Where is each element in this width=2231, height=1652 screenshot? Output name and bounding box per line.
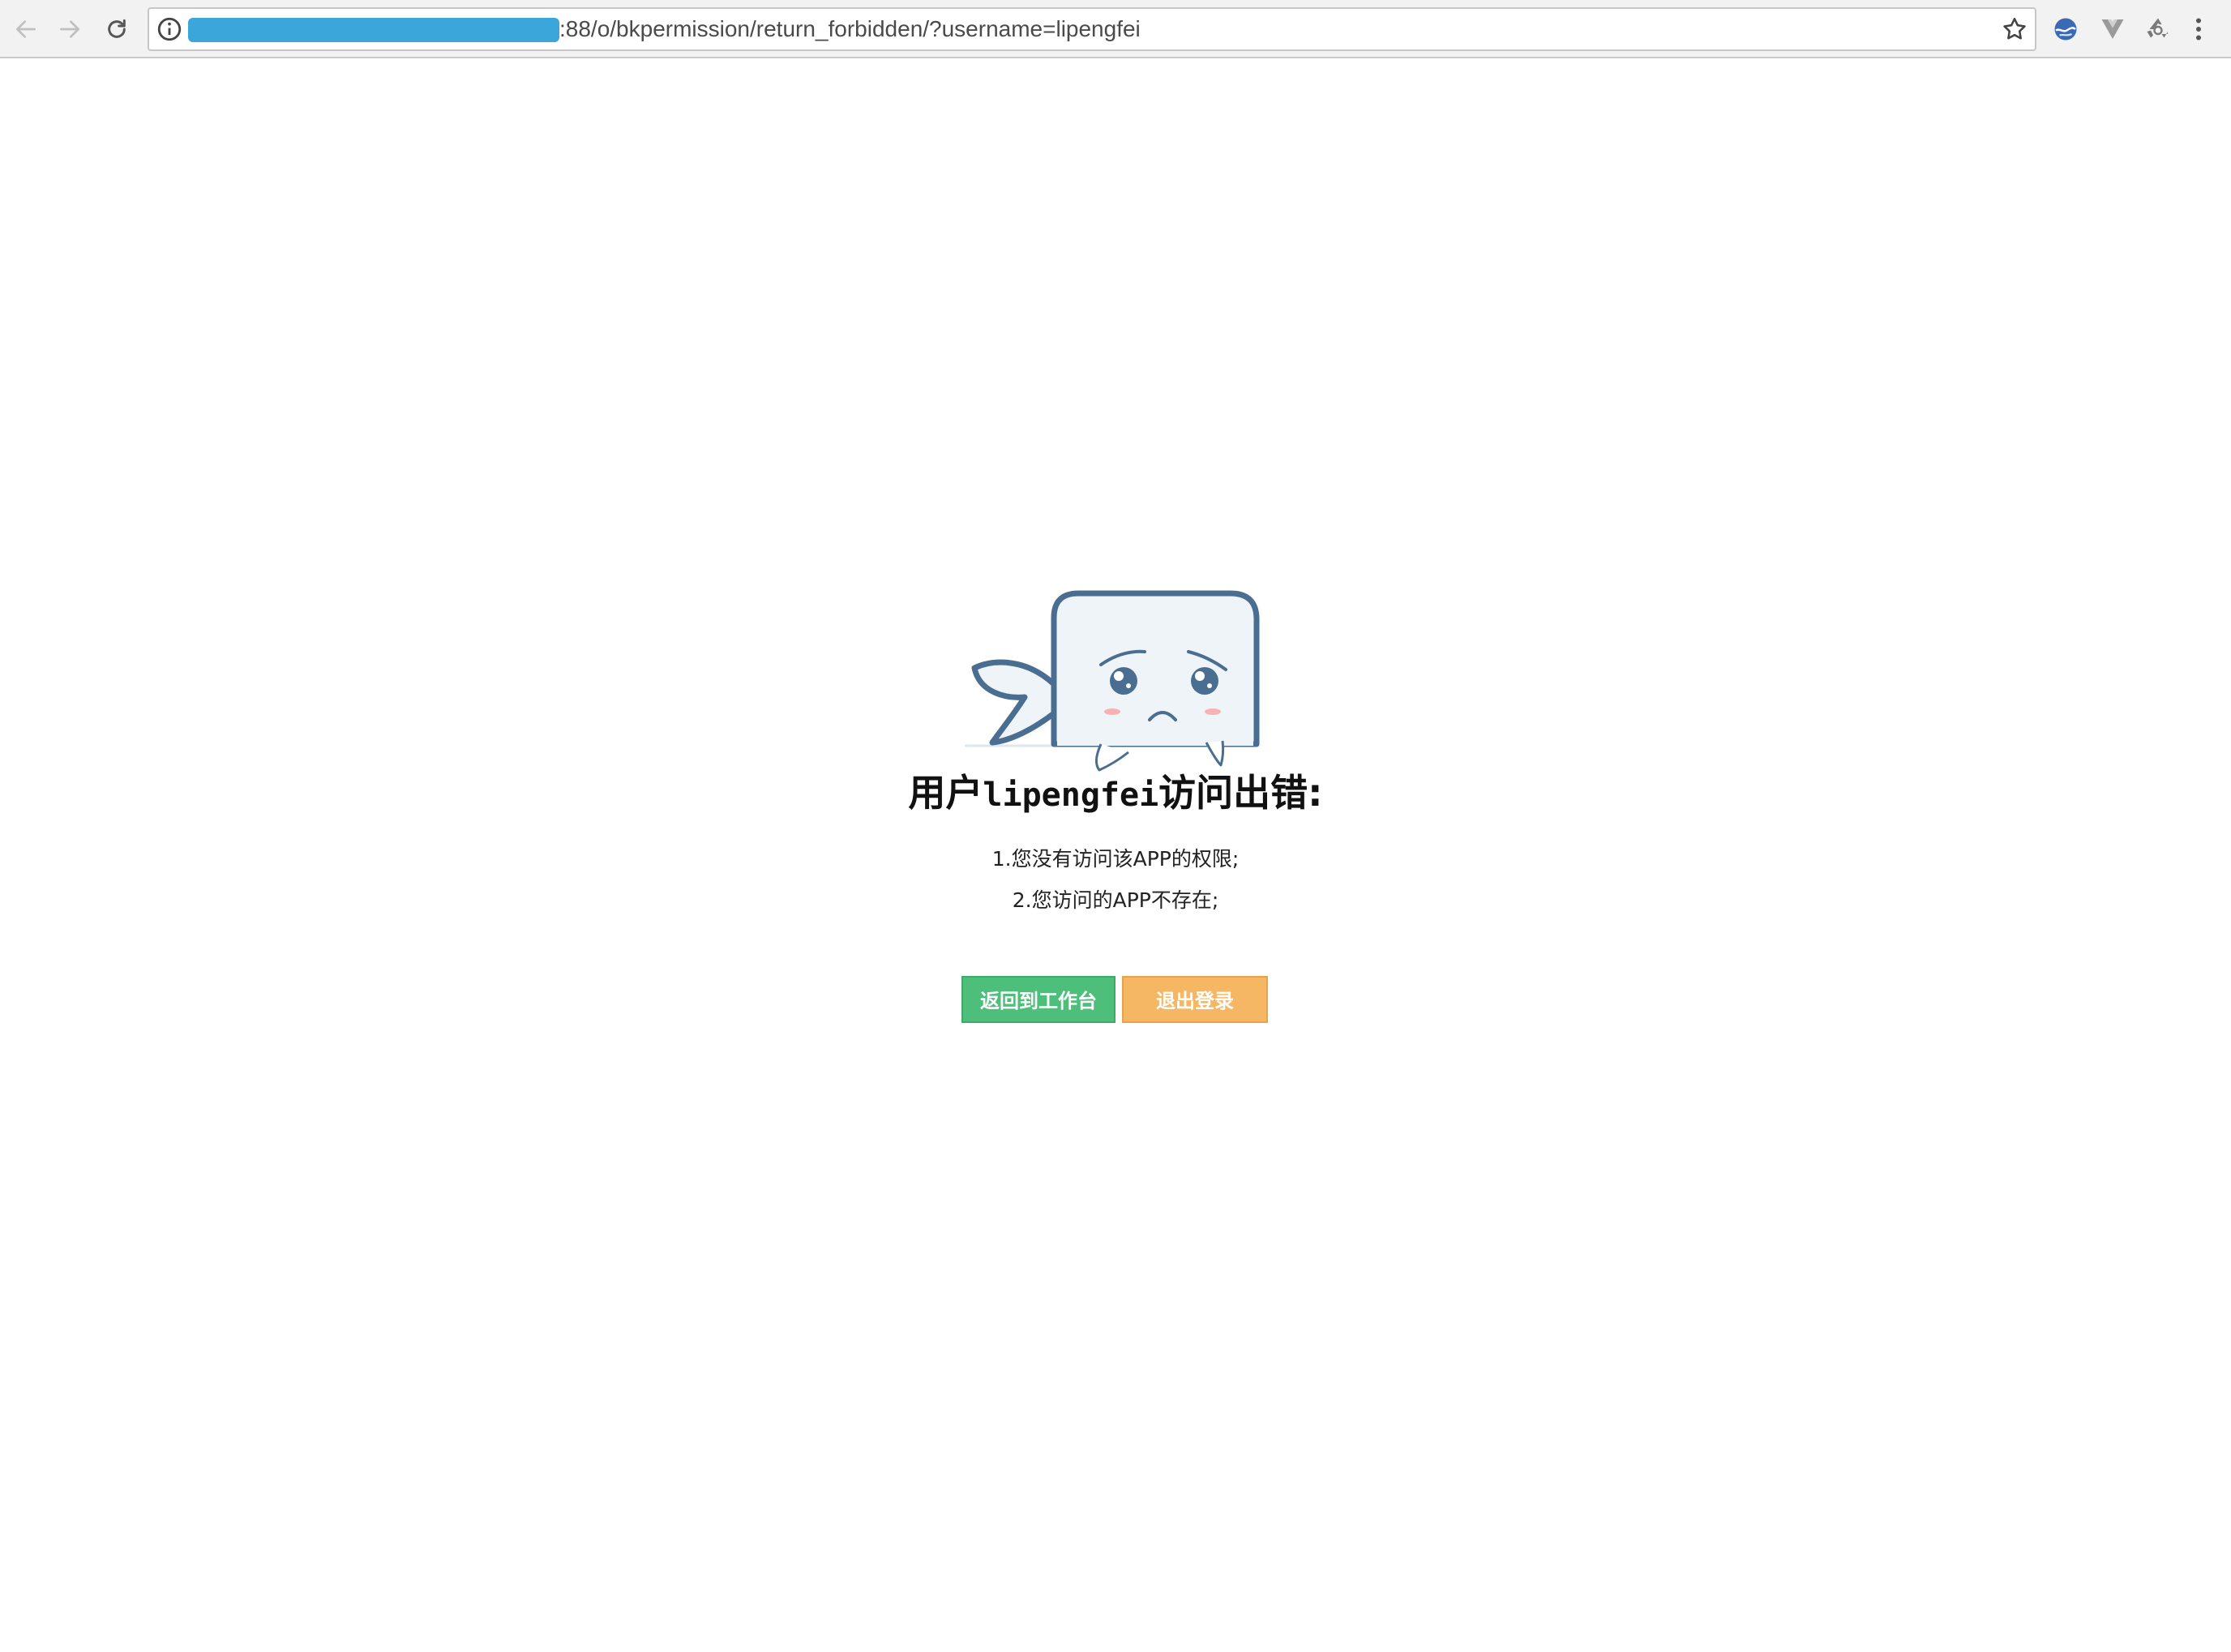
back-button[interactable] bbox=[10, 13, 42, 45]
sad-whale-illustration bbox=[965, 590, 1260, 772]
vue-devtools-icon[interactable] bbox=[2098, 15, 2127, 44]
reload-icon bbox=[108, 19, 126, 38]
reload-button[interactable] bbox=[101, 13, 133, 45]
title-prefix: 用户 bbox=[908, 771, 983, 815]
back-to-workbench-button[interactable]: 返回到工作台 bbox=[961, 976, 1116, 1023]
browser-toolbar: :88/o/bkpermission/return_forbidden/?use… bbox=[0, 0, 2231, 58]
address-bar[interactable]: :88/o/bkpermission/return_forbidden/?use… bbox=[148, 7, 2036, 51]
reason-2: 2.您访问的APP不存在; bbox=[1012, 888, 1219, 912]
logout-button[interactable]: 退出登录 bbox=[1122, 976, 1268, 1023]
recycle-extension-icon[interactable] bbox=[2143, 15, 2173, 44]
menu-dots-icon[interactable] bbox=[2189, 15, 2208, 44]
username: lipengfei bbox=[983, 777, 1159, 814]
forbidden-page: 用户lipengfei访问出错: 1.您没有访问该APP的权限; 2.您访问的A… bbox=[0, 58, 2231, 1652]
star-icon[interactable] bbox=[2001, 15, 2028, 43]
forward-icon bbox=[60, 20, 79, 38]
error-title: 用户lipengfei访问出错: bbox=[0, 764, 2231, 817]
globe-extension-icon[interactable] bbox=[2051, 15, 2080, 44]
info-icon[interactable] bbox=[156, 15, 183, 43]
url-text[interactable]: :88/o/bkpermission/return_forbidden/?use… bbox=[559, 9, 1141, 49]
redacted-host bbox=[188, 18, 559, 42]
back-icon bbox=[16, 20, 36, 38]
forward-button[interactable] bbox=[54, 13, 86, 45]
reason-1: 1.您没有访问该APP的权限; bbox=[991, 847, 1240, 871]
title-suffix: 访问出错: bbox=[1158, 771, 1323, 815]
